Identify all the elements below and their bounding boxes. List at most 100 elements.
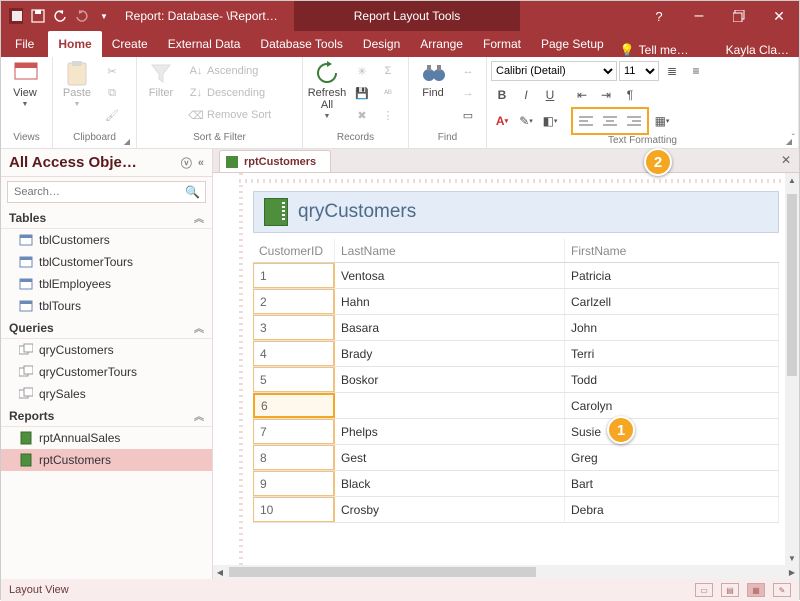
totals-button[interactable]: Σ: [377, 61, 399, 81]
underline-button[interactable]: U: [539, 85, 561, 105]
save-icon[interactable]: [31, 9, 45, 23]
save-record-button[interactable]: 💾: [351, 83, 373, 103]
text-direction-button[interactable]: ¶: [619, 85, 641, 105]
paste-button[interactable]: Paste ▼: [57, 59, 97, 110]
tab-page-setup[interactable]: Page Setup: [531, 31, 614, 57]
column-header-customerid[interactable]: CustomerID: [253, 239, 335, 262]
scroll-thumb[interactable]: [229, 567, 536, 577]
nav-item-rptannualsales[interactable]: rptAnnualSales: [1, 427, 212, 449]
replace-button[interactable]: ↔: [457, 61, 479, 81]
cell-lastname[interactable]: Ventosa: [335, 263, 565, 288]
report-row[interactable]: 7PhelpsSusie: [253, 419, 779, 445]
cell-customerid[interactable]: 2: [253, 289, 335, 314]
minimize-button[interactable]: –: [679, 1, 719, 31]
cell-firstname[interactable]: Debra: [565, 497, 779, 522]
new-record-button[interactable]: ✳: [351, 61, 373, 81]
cell-firstname[interactable]: Susie: [565, 419, 779, 444]
cell-lastname[interactable]: Crosby: [335, 497, 565, 522]
nav-group-tables[interactable]: Tables︽: [1, 207, 212, 229]
format-painter-button[interactable]: 🖌: [101, 105, 123, 125]
close-tab-button[interactable]: ✕: [781, 153, 791, 167]
nav-header[interactable]: All Access Obje… ⓥ«: [1, 149, 212, 177]
report-row[interactable]: 2HahnCarlzell: [253, 289, 779, 315]
tab-create[interactable]: Create: [102, 31, 158, 57]
design-view-button[interactable]: ✎: [773, 583, 791, 597]
tell-me-search[interactable]: 💡Tell me…: [620, 43, 689, 57]
nav-item-qrysales[interactable]: qrySales: [1, 383, 212, 405]
layout-view-button[interactable]: ▦: [747, 583, 765, 597]
cell-firstname[interactable]: Carolyn: [565, 393, 779, 418]
report-row[interactable]: 1VentosaPatricia: [253, 263, 779, 289]
tab-file[interactable]: File: [1, 31, 48, 57]
report-canvas[interactable]: qryCustomers CustomerID LastName FirstNa…: [213, 173, 799, 565]
bold-button[interactable]: B: [491, 85, 513, 105]
collapse-ribbon-button[interactable]: ˇ: [792, 133, 795, 144]
scroll-left-icon[interactable]: ◀: [213, 565, 227, 579]
cell-lastname[interactable]: Boskor: [335, 367, 565, 392]
cell-lastname[interactable]: Basara: [335, 315, 565, 340]
select-button[interactable]: ▭: [457, 105, 479, 125]
scroll-thumb[interactable]: [787, 194, 797, 376]
cell-customerid[interactable]: 4: [253, 341, 335, 366]
print-preview-button[interactable]: ▤: [721, 583, 739, 597]
cell-firstname[interactable]: Bart: [565, 471, 779, 496]
nav-item-tblcustomertours[interactable]: tblCustomerTours: [1, 251, 212, 273]
cell-customerid[interactable]: 8: [253, 445, 335, 470]
numbering-button[interactable]: ≡: [685, 61, 707, 81]
cut-button[interactable]: ✂: [101, 61, 123, 81]
remove-sort-button[interactable]: ⌫Remove Sort: [185, 105, 297, 125]
cell-customerid[interactable]: 7: [253, 419, 335, 444]
spelling-button[interactable]: ᴬᴮ: [377, 83, 399, 103]
report-row[interactable]: 10CrosbyDebra: [253, 497, 779, 523]
nav-dropdown-icon[interactable]: ⓥ: [181, 155, 192, 171]
find-button[interactable]: Find: [413, 59, 453, 101]
document-tab-rptcustomers[interactable]: rptCustomers: [219, 150, 331, 172]
tab-database-tools[interactable]: Database Tools: [250, 31, 353, 57]
nav-item-qrycustomers[interactable]: qryCustomers: [1, 339, 212, 361]
cell-customerid[interactable]: 10: [253, 497, 335, 522]
report-row[interactable]: 3BasaraJohn: [253, 315, 779, 341]
nav-item-qrycustomertours[interactable]: qryCustomerTours: [1, 361, 212, 383]
copy-button[interactable]: ⧉: [101, 83, 123, 103]
italic-button[interactable]: I: [515, 85, 537, 105]
cell-lastname[interactable]: Brady: [335, 341, 565, 366]
cell-firstname[interactable]: Terri: [565, 341, 779, 366]
report-row[interactable]: 9BlackBart: [253, 471, 779, 497]
vertical-scrollbar[interactable]: ▲ ▼: [785, 173, 799, 565]
column-header-firstname[interactable]: FirstName: [565, 239, 779, 262]
font-size-select[interactable]: 11: [619, 61, 659, 81]
nav-group-queries[interactable]: Queries︽: [1, 317, 212, 339]
delete-record-button[interactable]: ✖: [351, 105, 373, 125]
filter-button[interactable]: Filter: [141, 59, 181, 101]
report-row[interactable]: 4BradyTerri: [253, 341, 779, 367]
scroll-right-icon[interactable]: ▶: [785, 565, 799, 579]
tab-format[interactable]: Format: [473, 31, 531, 57]
cell-customerid[interactable]: 9: [253, 471, 335, 496]
cell-lastname[interactable]: Phelps: [335, 419, 565, 444]
nav-item-tblcustomers[interactable]: tblCustomers: [1, 229, 212, 251]
nav-group-reports[interactable]: Reports︽: [1, 405, 212, 427]
view-button[interactable]: View ▼: [5, 59, 45, 110]
close-button[interactable]: ✕: [759, 1, 799, 31]
cell-firstname[interactable]: Greg: [565, 445, 779, 470]
redo-icon[interactable]: [75, 9, 89, 23]
highlight-button[interactable]: ✎▾: [515, 111, 537, 131]
cell-customerid[interactable]: 1: [253, 263, 335, 288]
undo-icon[interactable]: [53, 9, 67, 23]
cell-lastname[interactable]: Gest: [335, 445, 565, 470]
fill-color-button[interactable]: ◧▾: [539, 111, 561, 131]
align-right-button[interactable]: [622, 110, 646, 132]
scroll-down-icon[interactable]: ▼: [785, 551, 799, 565]
decrease-indent-button[interactable]: ⇤: [571, 85, 593, 105]
nav-search-input[interactable]: [7, 181, 206, 203]
signed-in-user[interactable]: Kayla Cla…: [726, 43, 799, 57]
report-row[interactable]: 8GestGreg: [253, 445, 779, 471]
gridlines-button[interactable]: ▦▾: [651, 111, 673, 131]
tab-arrange[interactable]: Arrange: [410, 31, 473, 57]
column-header-lastname[interactable]: LastName: [335, 239, 565, 262]
font-name-select[interactable]: Calibri (Detail): [491, 61, 617, 81]
align-center-button[interactable]: [598, 110, 622, 132]
sort-descending-button[interactable]: Z↓Descending: [185, 83, 297, 103]
dialog-launcher-icon[interactable]: ◢: [124, 137, 130, 146]
cell-firstname[interactable]: Todd: [565, 367, 779, 392]
